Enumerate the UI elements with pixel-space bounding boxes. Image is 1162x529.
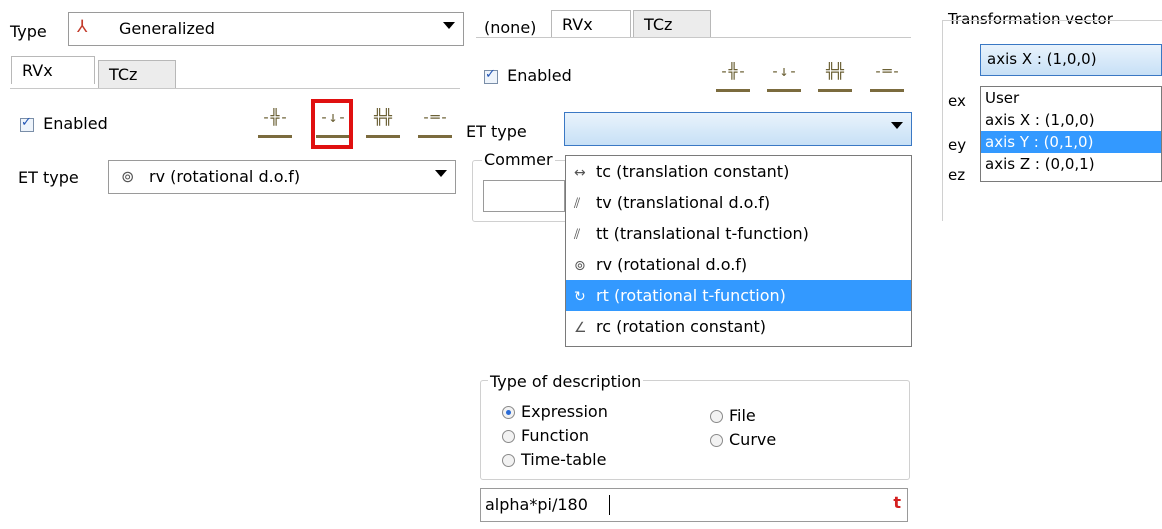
translational-dof-icon: ⫽ [574, 196, 581, 212]
translational-tfunction-icon: ⫽ [574, 227, 581, 243]
type-label: Type [10, 22, 47, 41]
dropdown-item-tt[interactable]: ⫽ tt (translational t-function) [566, 218, 911, 249]
tab-tcz-mid[interactable]: TCz [633, 10, 711, 38]
remove-element-button-mid[interactable]: -═- [870, 62, 904, 92]
chevron-down-icon [891, 122, 903, 129]
expression-cursor [609, 495, 610, 515]
radio-icon [710, 410, 723, 423]
duplicate-element-button[interactable]: ╬╬ [366, 108, 400, 138]
rotational-dof-icon: ⊚ [574, 258, 586, 274]
type-combo-value: Generalized [119, 19, 215, 38]
et-type-combo-open[interactable] [564, 112, 912, 146]
radio-icon [502, 454, 515, 467]
radio-function[interactable]: Function [502, 426, 589, 445]
list-item-user[interactable]: User [981, 87, 1161, 109]
rotational-tfunction-icon: ↻ [574, 289, 586, 305]
transformation-vector-value: axis X : (1,0,0) [987, 50, 1097, 68]
enabled-checkbox[interactable]: Enabled [20, 114, 108, 133]
et-type-dropdown-list: ↔ tc (translation constant) ⫽ tv (translat… [565, 155, 912, 347]
tab-tcz[interactable]: TCz [98, 60, 176, 88]
radio-icon [502, 430, 515, 443]
radio-icon [710, 434, 723, 447]
chevron-down-icon [435, 170, 447, 177]
type-combo[interactable]: ⅄ Generalized [68, 12, 464, 46]
highlight-box [311, 99, 353, 149]
list-item-axis-z[interactable]: axis Z : (0,0,1) [981, 153, 1161, 175]
radio-expression[interactable]: Expression [502, 402, 608, 421]
radio-time-table[interactable]: Time-table [502, 450, 606, 469]
comment-input[interactable] [483, 180, 565, 212]
radio-file[interactable]: File [710, 406, 756, 425]
checkbox-icon [484, 67, 498, 84]
dropdown-item-rc[interactable]: ∠ rc (rotation constant) [566, 311, 911, 342]
duplicate-element-button-mid[interactable]: ╬╬ [818, 62, 852, 92]
radio-icon [502, 406, 515, 419]
et-type-label: ET type [18, 168, 79, 187]
et-type-value: rv (rotational d.o.f) [149, 167, 301, 186]
dropdown-item-tv[interactable]: ⫽ tv (translational d.o.f) [566, 187, 911, 218]
rotation-constant-icon: ∠ [574, 320, 587, 336]
add-element-button[interactable]: -╬- [258, 108, 292, 138]
et-type-combo[interactable]: ⊚ rv (rotational d.o.f) [108, 160, 456, 194]
remove-element-button[interactable]: -═- [418, 108, 452, 138]
enabled-checkbox-mid[interactable]: Enabled [484, 66, 572, 85]
add-element-button-mid[interactable]: -╬- [716, 62, 750, 92]
tab-rvx-mid[interactable]: RVx [551, 10, 631, 38]
dropdown-item-rt[interactable]: ↻ rt (rotational t-function) [566, 280, 911, 311]
list-item-axis-y[interactable]: axis Y : (0,1,0) [981, 131, 1161, 153]
tab-none[interactable]: (none) [484, 18, 536, 37]
ey-label: ey [948, 136, 967, 154]
translation-constant-icon: ↔ [574, 165, 586, 181]
expression-value: alpha*pi/180 [485, 495, 588, 514]
transformation-vector-combo[interactable]: axis X : (1,0,0) [980, 44, 1162, 76]
tab-divider [10, 88, 460, 89]
dropdown-item-rv[interactable]: ⊚ rv (rotational d.o.f) [566, 249, 911, 280]
expression-input[interactable]: alpha*pi/180 t [480, 488, 908, 522]
list-item-axis-x[interactable]: axis X : (1,0,0) [981, 109, 1161, 131]
type-of-description-title: Type of description [488, 372, 644, 391]
rotational-dof-icon: ⊚ [121, 167, 135, 186]
comment-label: Commer [482, 150, 555, 169]
tab-divider-mid [476, 37, 911, 38]
axes-icon: ⅄ [77, 17, 88, 37]
ex-label: ex [948, 92, 966, 110]
ez-label: ez [948, 166, 966, 184]
et-type-label-mid: ET type [466, 122, 527, 141]
checkbox-icon [20, 115, 34, 132]
tab-rvx[interactable]: RVx [11, 56, 95, 84]
dropdown-item-tc[interactable]: ↔ tc (translation constant) [566, 156, 911, 187]
chevron-down-icon [443, 22, 455, 29]
radio-curve[interactable]: Curve [710, 430, 776, 449]
t-function-button[interactable]: t [893, 493, 901, 512]
transformation-vector-list: User axis X : (1,0,0) axis Y : (0,1,0) a… [980, 86, 1162, 182]
insert-element-button-mid[interactable]: -↓- [767, 62, 801, 92]
